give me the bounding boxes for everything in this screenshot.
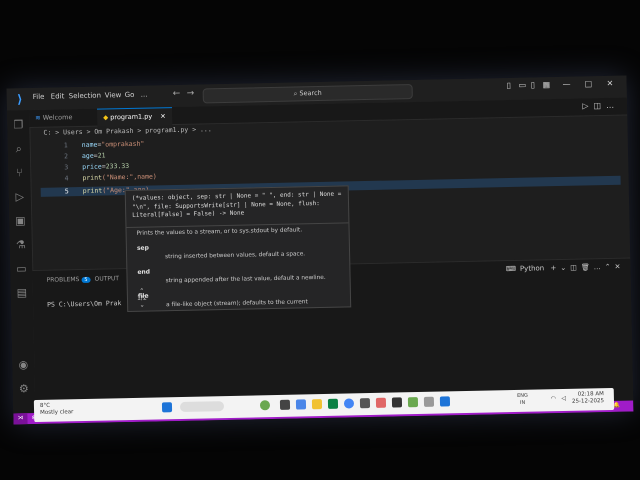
code-line-3[interactable]: price=233.33 [82,162,129,171]
terminal-icon[interactable]: ⌨ [506,265,520,273]
menu-view[interactable]: View [105,91,122,99]
edge-browser-icon[interactable] [327,398,339,409]
file-explorer-icon[interactable] [311,399,323,410]
param-doc: a file-like object (stream); defaults to… [166,299,308,309]
remote-indicator-icon[interactable]: ⋊ [13,413,28,425]
taskbar-app-icon[interactable] [359,398,371,409]
chevron-down-icon[interactable]: ⌄ [560,264,570,272]
run-file-icon[interactable]: ▷ [582,101,593,110]
taskbar-app-icon[interactable] [407,397,419,408]
param-name: end [137,268,151,276]
terminal-label: Python [519,264,545,273]
forward-arrow-icon[interactable]: → [187,89,195,99]
task-view-icon[interactable] [279,399,291,410]
divider [126,222,349,229]
menu-file[interactable]: File [33,93,45,101]
close-panel-icon[interactable]: ✕ [614,263,624,271]
function-signature: (*values: object, sep: str | None = " ",… [131,190,342,219]
line-number: 1 [63,141,68,150]
terminal-prompt[interactable]: PS C:\Users\Om Prak [47,299,122,309]
line-number: 2 [63,152,69,161]
notifications-bell-icon[interactable]: 🔔 [613,401,620,412]
menu-more[interactable]: ... [141,91,148,99]
taskbar-app-icon[interactable] [423,396,435,407]
taskbar-app-icon[interactable] [375,397,387,408]
code-line-2[interactable]: age=21 [82,151,106,159]
tab-problems[interactable]: PROBLEMS 5 [46,276,91,284]
taskbar-app-icon[interactable] [391,397,403,408]
tab-close-icon[interactable]: ✕ [160,112,166,120]
menu-go[interactable]: Go [125,91,135,99]
tab-label: program1.py [110,112,153,122]
panel-toggle-icon[interactable]: ▭ [519,81,527,90]
testing-icon[interactable]: ⚗ [14,238,28,252]
param-doc: string inserted between values, default … [165,251,306,261]
welcome-icon: ≋ [35,113,43,122]
explorer-icon[interactable]: ❐ [11,118,25,132]
vscode-logo-icon: ⟩ [16,92,23,107]
taskbar-app-icon[interactable] [295,399,307,410]
volume-icon[interactable]: ◁ [561,395,566,402]
run-debug-icon[interactable]: ▷ [13,190,27,204]
search-placeholder: Search [299,88,322,98]
editor-actions: ▷◫… [582,101,619,111]
weather-desc: Mostly clear [40,409,74,416]
clock-date: 25-12-2025 [571,398,605,405]
maximize-panel-icon[interactable]: ⌃ [605,263,615,271]
taskbar-search-icon[interactable] [179,401,225,413]
taskbar-app-icon[interactable] [259,400,271,411]
source-control-icon[interactable]: ⑂ [12,166,26,180]
menu-edit[interactable]: Edit [51,92,65,100]
minimize-icon[interactable]: — [562,80,570,89]
extensions-icon[interactable]: ▣ [13,214,27,228]
new-terminal-icon[interactable]: + [550,264,560,272]
account-icon[interactable]: ◉ [16,358,30,372]
function-description: Prints the values to a stream, or to sys… [136,227,303,237]
command-search-box[interactable]: ⌕ Search [202,84,413,104]
signature-counter[interactable]: ⌃ 1/2 ⌄ [135,288,149,309]
line-number: 5 [64,187,69,196]
signature-help-popup[interactable]: (*values: object, sep: str | None = " ",… [124,185,352,313]
tab-output[interactable]: OUTPUT [94,275,119,283]
menu-selection[interactable]: Selection [69,92,101,101]
split-terminal-icon[interactable]: ◫ [570,264,581,272]
back-arrow-icon[interactable]: ← [173,89,181,99]
panel-actions: ⌨Python +⌄◫🗑…⌃✕ [506,263,625,273]
remote-explorer-icon[interactable]: ▭ [14,262,28,276]
customize-layout-icon[interactable]: ▦ [542,80,550,89]
search-view-icon[interactable]: ⌕ [12,142,26,156]
problems-badge: 5 [81,276,91,284]
tab-label: Welcome [42,113,73,122]
start-menu-icon[interactable] [161,402,173,413]
system-clock[interactable]: 02:18 AM 25-12-2025 [572,391,604,406]
chevron-down-icon[interactable]: ⌄ [135,302,149,309]
more-actions-icon[interactable]: … [594,263,605,271]
maximize-icon[interactable]: □ [584,79,592,88]
wifi-icon[interactable]: ◠ [551,395,556,402]
param-name: sep [136,244,149,252]
settings-gear-icon[interactable]: ⚙ [17,382,31,396]
split-editor-icon[interactable]: ◫ [593,101,606,110]
vscode-window: ⟩ File Edit Selection View Go ... ← → ⌕ … [6,75,634,425]
sidebar-toggle-icon[interactable]: ▯ [530,80,535,89]
trash-icon[interactable]: 🗑 [581,263,594,271]
chrome-icon[interactable] [343,398,355,409]
param-doc: string appended after the last value, de… [165,274,326,285]
line-number: 3 [64,163,69,172]
layout-toggle-icon[interactable]: ▯ [507,81,512,90]
line-number: 4 [64,174,69,183]
code-line-1[interactable]: name="omprakash" [82,140,145,149]
tab-program1[interactable]: ◆ program1.py ✕ [96,107,172,127]
code-line-4[interactable]: print("Name:",name) [82,172,157,182]
close-icon[interactable]: ✕ [606,79,613,88]
more-actions-icon[interactable]: … [606,101,619,110]
tab-welcome[interactable]: ≋ Welcome [29,109,79,127]
vscode-taskbar-icon[interactable] [439,396,451,407]
notebook-icon[interactable]: ▤ [15,286,29,300]
weather-widget[interactable]: 8°C Mostly clear [40,402,74,417]
language-indicator[interactable]: ENG IN [517,393,528,407]
